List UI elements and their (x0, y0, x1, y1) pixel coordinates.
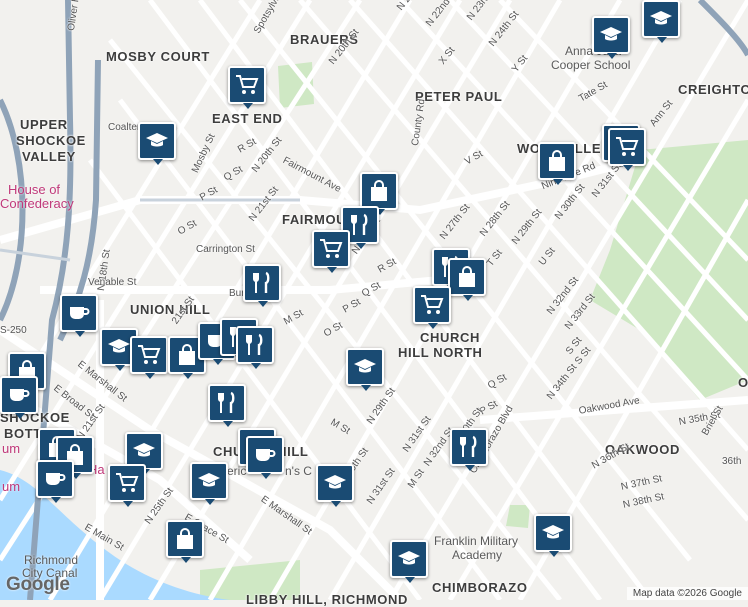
school-icon (145, 129, 169, 153)
school-icon (107, 335, 131, 359)
street-label: Carrington St (196, 244, 255, 255)
neighborhood-label: HILL NORTH (398, 345, 483, 360)
restaurant-pin[interactable] (236, 326, 274, 369)
restaurant-icon (348, 213, 372, 237)
school-pin[interactable] (642, 0, 680, 43)
shopping-bag-icon (367, 179, 391, 203)
school-pin[interactable] (346, 348, 384, 391)
street-label: S-250 (0, 325, 27, 336)
school-pin[interactable] (592, 16, 630, 59)
restaurant-icon (250, 271, 274, 295)
shopping-bag-icon (545, 149, 569, 173)
coffee-pin[interactable] (0, 376, 38, 419)
neighborhood-label: SHOCKOE (16, 133, 86, 148)
coffee-icon (43, 467, 67, 491)
school-pin[interactable] (390, 540, 428, 583)
map-attribution[interactable]: Map data ©2026 Google (626, 587, 748, 600)
coffee-pin[interactable] (60, 294, 98, 337)
neighborhood-label: EAST END (212, 111, 283, 126)
restaurant-pin[interactable] (243, 264, 281, 307)
shopping-bag-icon (173, 527, 197, 551)
school-pin[interactable] (534, 514, 572, 557)
school-icon (197, 469, 221, 493)
neighborhood-label: VALLEY (22, 149, 76, 164)
map-canvas[interactable] (0, 0, 748, 600)
shopping-cart-icon (319, 237, 343, 261)
school-icon (353, 355, 377, 379)
neighborhood-label: MOSBY COURT (106, 49, 210, 64)
poi-label: Richmond (24, 553, 79, 567)
poi-label: House of (8, 182, 61, 197)
shopping-cart-pin[interactable] (413, 286, 451, 329)
school-icon (397, 547, 421, 571)
poi-label: Franklin Military (434, 534, 519, 548)
shopping-cart-pin[interactable] (608, 128, 646, 171)
shopping-bag-pin[interactable] (538, 142, 576, 185)
restaurant-icon (215, 391, 239, 415)
coffee-icon (253, 443, 277, 467)
school-icon (541, 521, 565, 545)
shopping-bag-icon (175, 343, 199, 367)
school-pin[interactable] (138, 122, 176, 165)
neighborhood-label: CHURCH (420, 330, 480, 345)
street-label: Venable St (88, 277, 137, 288)
shopping-cart-icon (615, 135, 639, 159)
shopping-cart-pin[interactable] (228, 66, 266, 109)
poi-label: Confederacy (0, 196, 74, 211)
google-logo[interactable]: Google (6, 574, 70, 596)
coffee-icon (67, 301, 91, 325)
shopping-cart-pin[interactable] (312, 230, 350, 273)
restaurant-pin[interactable] (208, 384, 246, 427)
street-label: 36th (722, 456, 742, 467)
neighborhood-label: CREIGHTON (678, 82, 748, 97)
neighborhood-label: CHIMBORAZO (432, 580, 528, 595)
school-pin[interactable] (316, 464, 354, 507)
shopping-cart-icon (420, 293, 444, 317)
coffee-pin[interactable] (246, 436, 284, 479)
school-icon (323, 471, 347, 495)
shopping-bag-icon (455, 265, 479, 289)
restaurant-icon (457, 435, 481, 459)
park-area (506, 505, 530, 528)
shopping-cart-icon (235, 73, 259, 97)
school-icon (599, 23, 623, 47)
neighborhood-label: O (738, 375, 748, 390)
poi-label: um (2, 479, 21, 494)
school-icon (649, 7, 673, 31)
coffee-pin[interactable] (36, 460, 74, 503)
shopping-cart-pin[interactable] (130, 336, 168, 379)
poi-label: um (2, 441, 21, 456)
poi-label: Cooper School (551, 58, 631, 72)
shopping-bag-pin[interactable] (166, 520, 204, 563)
neighborhood-label: UNION HILL (130, 302, 211, 317)
coffee-icon (7, 383, 31, 407)
school-pin[interactable] (190, 462, 228, 505)
school-icon (132, 439, 156, 463)
shopping-bag-pin[interactable] (360, 172, 398, 215)
restaurant-icon (243, 333, 267, 357)
shopping-cart-icon (137, 343, 161, 367)
poi-label: Academy (452, 548, 503, 562)
shopping-bag-pin[interactable] (448, 258, 486, 301)
neighborhood-label: PETER PAUL (415, 89, 503, 104)
shopping-cart-icon (115, 471, 139, 495)
poi-label: eric (227, 464, 247, 478)
poi-label: n's C (285, 464, 312, 478)
shopping-cart-pin[interactable] (108, 464, 146, 507)
neighborhood-label: UPPER (20, 117, 68, 132)
restaurant-pin[interactable] (450, 428, 488, 471)
